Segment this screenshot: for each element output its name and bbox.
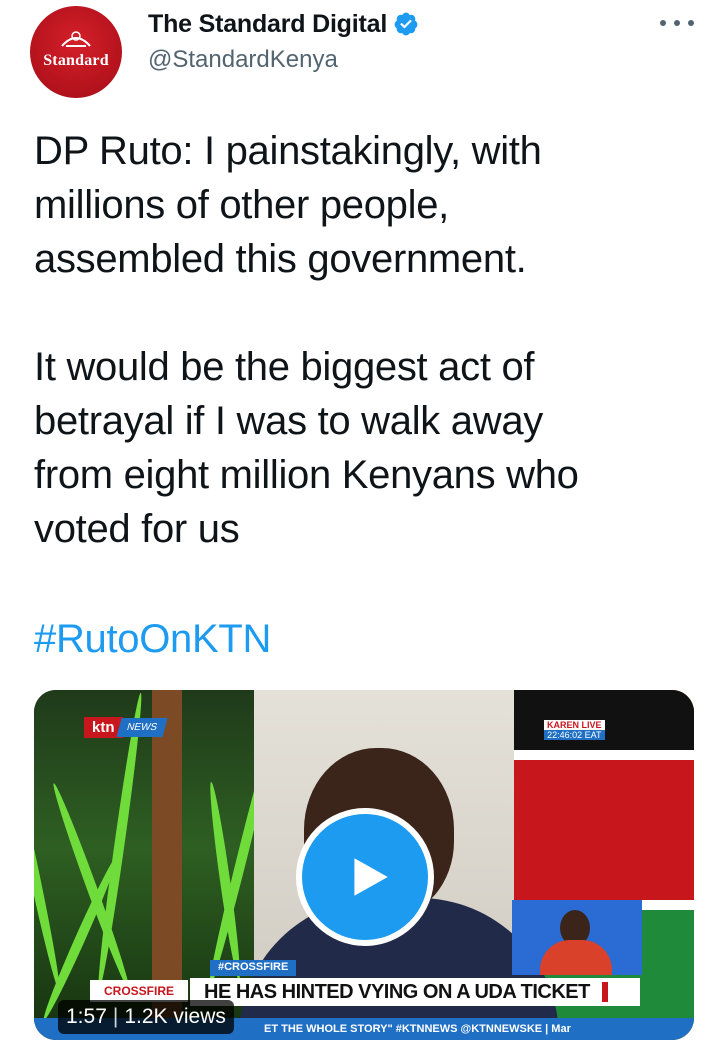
tweet-paragraph-2: It would be the biggest act of betrayal … — [34, 345, 579, 551]
ktn-logo: ktn NEWS — [84, 716, 168, 738]
more-options-icon[interactable] — [660, 16, 694, 30]
show-name: CROSSFIRE — [90, 980, 188, 1002]
leaf — [34, 734, 64, 992]
show-tag: #CROSSFIRE — [210, 960, 297, 976]
live-time: 22:46:02 EAT — [544, 730, 605, 740]
tweet-text: DP Ruto: I painstakingly, with millions … — [34, 124, 694, 556]
name-row: The Standard Digital — [148, 8, 419, 40]
tweet-header: Standard The Standard Digital @StandardK… — [0, 0, 720, 100]
headline-accent — [601, 982, 608, 1002]
ktn-news-text: NEWS — [115, 717, 168, 737]
view-count: 1.2K views — [124, 1005, 226, 1028]
video-player[interactable]: ktn NEWS KAREN LIVE 22:46:02 EAT #CROSSF… — [34, 690, 694, 1040]
avatar-brand-text: Standard — [43, 52, 109, 69]
news-headline: HE HAS HINTED VYING ON A UDA TICKET — [190, 978, 640, 1006]
stats-separator: | — [112, 1005, 119, 1028]
ticker-text: ET THE WHOLE STORY" #KTNNEWS @KTNNEWSKE … — [264, 1023, 571, 1035]
tweet-paragraph-1: DP Ruto: I painstakingly, with millions … — [34, 129, 542, 281]
dot — [688, 20, 694, 26]
video-stats: 1:57 | 1.2K views — [58, 1000, 234, 1034]
hashtag-link[interactable]: #RutoOnKTN — [34, 612, 271, 666]
standard-crest-icon — [61, 31, 91, 47]
live-label: KAREN LIVE — [544, 720, 605, 730]
headline-text: HE HAS HINTED VYING ON A UDA TICKET — [204, 980, 590, 1003]
play-button[interactable] — [296, 808, 434, 946]
live-badge: KAREN LIVE 22:46:02 EAT — [544, 720, 605, 740]
video-duration: 1:57 — [66, 1005, 107, 1028]
dot — [674, 20, 680, 26]
play-icon — [354, 858, 388, 896]
dot — [660, 20, 666, 26]
display-name[interactable]: The Standard Digital — [148, 10, 387, 39]
account-handle[interactable]: @StandardKenya — [148, 46, 338, 74]
account-avatar[interactable]: Standard — [30, 6, 122, 98]
verified-badge-icon — [394, 12, 418, 36]
